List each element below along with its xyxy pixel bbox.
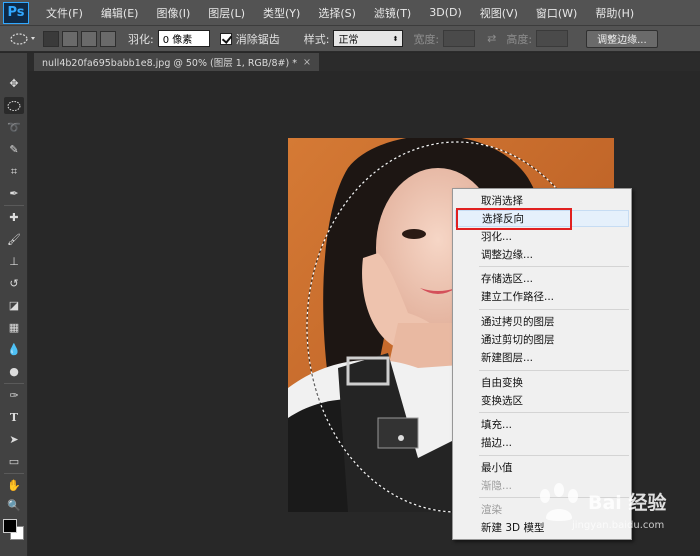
menu-select[interactable]: 选择(S) <box>309 5 365 21</box>
menu-edit[interactable]: 编辑(E) <box>92 5 148 21</box>
options-bar: 羽化: 0 像素 消除锯齿 样式: 正常 ⬍ 宽度: ⇄ 高度: 调整边缘... <box>0 26 700 52</box>
menu-separator <box>479 309 629 310</box>
path-selection-tool-icon[interactable]: ➤ <box>4 431 24 448</box>
intersect-selection-button[interactable] <box>100 30 116 47</box>
menu-item-layer-via-cut[interactable]: 通过剪切的图层 <box>455 331 629 348</box>
crop-tool-icon[interactable]: ⌗ <box>4 163 24 180</box>
menu-item-make-work-path[interactable]: 建立工作路径... <box>455 288 629 305</box>
eraser-tool-icon[interactable]: ◪ <box>4 297 24 314</box>
menu-bar: Ps 文件(F) 编辑(E) 图像(I) 图层(L) 类型(Y) 选择(S) 滤… <box>0 0 700 26</box>
menu-window[interactable]: 窗口(W) <box>527 5 586 21</box>
menu-separator <box>479 370 629 371</box>
feather-input[interactable]: 0 像素 <box>157 30 210 47</box>
move-tool-icon[interactable]: ✥ <box>4 75 24 92</box>
pen-tool-icon[interactable]: ✑ <box>4 387 24 404</box>
menu-item-save-selection[interactable]: 存储选区... <box>455 270 629 287</box>
menu-item-new-3d-model[interactable]: 新建 3D 模型 <box>455 519 629 536</box>
dodge-tool-icon[interactable]: ● <box>4 363 24 380</box>
brush-tool-icon[interactable]: 🖌 <box>4 231 24 248</box>
type-tool-icon[interactable]: T <box>4 409 24 426</box>
menu-item-minimum[interactable]: 最小值 <box>455 459 629 476</box>
elliptical-marquee-icon <box>10 32 35 45</box>
menu-separator <box>479 412 629 413</box>
antialias-label: 消除锯齿 <box>235 32 280 46</box>
style-select[interactable]: 正常 ⬍ <box>333 30 404 47</box>
menu-item-render: 渲染 <box>481 504 502 516</box>
quick-selection-tool-icon[interactable]: ✎ <box>4 141 24 158</box>
refine-edge-button[interactable]: 调整边缘... <box>586 29 658 48</box>
swap-dimensions-icon[interactable]: ⇄ <box>487 32 496 45</box>
add-to-selection-button[interactable] <box>62 30 78 47</box>
menu-file[interactable]: 文件(F) <box>37 5 92 21</box>
photoshop-logo: Ps <box>3 1 29 24</box>
menu-help[interactable]: 帮助(H) <box>586 5 643 21</box>
clone-stamp-tool-icon[interactable]: ⊥ <box>4 253 24 270</box>
context-menu: 取消选择 选择反向 羽化... 调整边缘... 存储选区... 建立工作路径..… <box>452 188 632 540</box>
foreground-color-swatch[interactable] <box>3 519 17 533</box>
menu-filter[interactable]: 滤镜(T) <box>365 5 420 21</box>
height-input[interactable] <box>536 30 569 47</box>
updown-arrow-icon: ⬍ <box>392 34 399 43</box>
style-label: 样式: <box>303 32 330 46</box>
gradient-tool-icon[interactable]: ▦ <box>4 319 24 336</box>
new-selection-button[interactable] <box>43 30 59 47</box>
close-icon[interactable]: × <box>303 57 311 68</box>
style-select-value: 正常 <box>338 35 359 46</box>
tool-divider <box>4 205 24 206</box>
menu-item-fade: 渐隐... <box>481 480 513 492</box>
document-tab-title: null4b20fa695babb1e8.jpg @ 50% (图层 1, RG… <box>42 58 297 69</box>
menu-view[interactable]: 视图(V) <box>471 5 527 21</box>
menu-item-transform-selection[interactable]: 变换选区 <box>455 392 629 409</box>
history-brush-tool-icon[interactable]: ↺ <box>4 275 24 292</box>
antialias-checkbox[interactable] <box>219 32 232 45</box>
lasso-tool-icon[interactable]: ➰ <box>4 119 24 136</box>
tools-panel: ✥ ➰ ✎ ⌗ ✒ ✚ 🖌 ⊥ ↺ ◪ ▦ 💧 ● ✑ T ➤ ▭ ✋ 🔍 <box>0 53 28 556</box>
eyedropper-tool-icon[interactable]: ✒ <box>4 185 24 202</box>
menu-item-layer-via-copy[interactable]: 通过拷贝的图层 <box>455 313 629 330</box>
menu-type[interactable]: 类型(Y) <box>254 5 309 21</box>
menu-item-free-transform[interactable]: 自由变换 <box>455 374 629 391</box>
menu-separator <box>479 455 629 456</box>
healing-brush-tool-icon[interactable]: ✚ <box>4 209 24 226</box>
tool-divider <box>4 383 24 384</box>
hand-tool-icon[interactable]: ✋ <box>4 477 24 494</box>
menu-item-refine-edge[interactable]: 调整边缘... <box>455 246 629 263</box>
tool-preset-picker[interactable] <box>8 29 40 49</box>
menu-item-inverse[interactable]: 选择反向 <box>455 210 629 227</box>
zoom-tool-icon[interactable]: 🔍 <box>4 497 24 514</box>
document-tab[interactable]: null4b20fa695babb1e8.jpg @ 50% (图层 1, RG… <box>34 53 319 71</box>
menu-separator <box>479 266 629 267</box>
menu-image[interactable]: 图像(I) <box>147 5 199 21</box>
menu-3d[interactable]: 3D(D) <box>420 6 471 19</box>
tool-divider <box>4 473 24 474</box>
menu-item-deselect[interactable]: 取消选择 <box>455 192 629 209</box>
subtract-from-selection-button[interactable] <box>81 30 97 47</box>
width-label: 宽度: <box>413 32 440 46</box>
menu-item-new-layer[interactable]: 新建图层... <box>455 349 629 366</box>
menu-item-stroke[interactable]: 描边... <box>455 434 629 451</box>
menu-layer[interactable]: 图层(L) <box>199 5 254 21</box>
width-input[interactable] <box>443 30 476 47</box>
document-tab-bar: null4b20fa695babb1e8.jpg @ 50% (图层 1, RG… <box>28 53 700 71</box>
rectangle-tool-icon[interactable]: ▭ <box>4 453 24 470</box>
menu-separator <box>479 497 629 498</box>
blur-tool-icon[interactable]: 💧 <box>4 341 24 358</box>
height-label: 高度: <box>506 32 533 46</box>
elliptical-marquee-tool-icon[interactable] <box>4 97 24 114</box>
menu-item-fill[interactable]: 填充... <box>455 416 629 433</box>
menu-item-feather[interactable]: 羽化... <box>455 228 629 245</box>
feather-label: 羽化: <box>128 32 154 46</box>
